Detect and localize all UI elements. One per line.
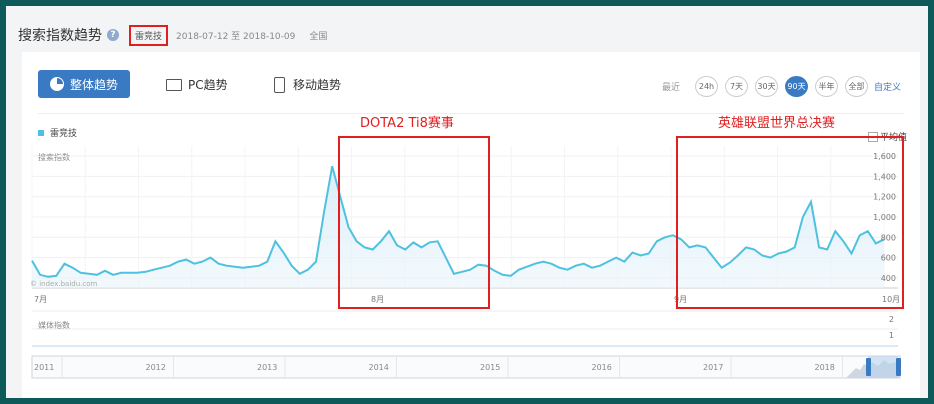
timeline-year-label: 2018 — [815, 363, 835, 372]
watermark: © index.baidu.com — [30, 280, 98, 288]
media-tick: 2 — [889, 315, 894, 324]
lol-annotation-box — [676, 136, 904, 309]
timeline-year-label: 2011 — [34, 363, 54, 372]
page-frame: 搜索指数趋势 ? 雷竞技 2018-07-12 至 2018-10-09 全国 … — [6, 6, 928, 398]
timeline-year-label: 2017 — [703, 363, 723, 372]
timeline-year-label: 2013 — [257, 363, 277, 372]
timeline-handle-left[interactable] — [866, 358, 871, 376]
media-tick: 1 — [889, 331, 894, 340]
dota-annotation-label: DOTA2 Ti8赛事 — [360, 116, 454, 131]
timeline-year-label: 2014 — [369, 363, 389, 372]
timeline-selection[interactable] — [868, 356, 898, 378]
dota-annotation-box — [338, 136, 490, 309]
x-tick-label: 7月 — [34, 295, 47, 304]
timeline-handle-right[interactable] — [896, 358, 901, 376]
timeline-year-label: 2015 — [480, 363, 500, 372]
timeline-year-label: 2012 — [146, 363, 166, 372]
lol-annotation-label: 英雄联盟世界总决赛 — [718, 116, 836, 131]
timeline-year-label: 2016 — [592, 363, 612, 372]
